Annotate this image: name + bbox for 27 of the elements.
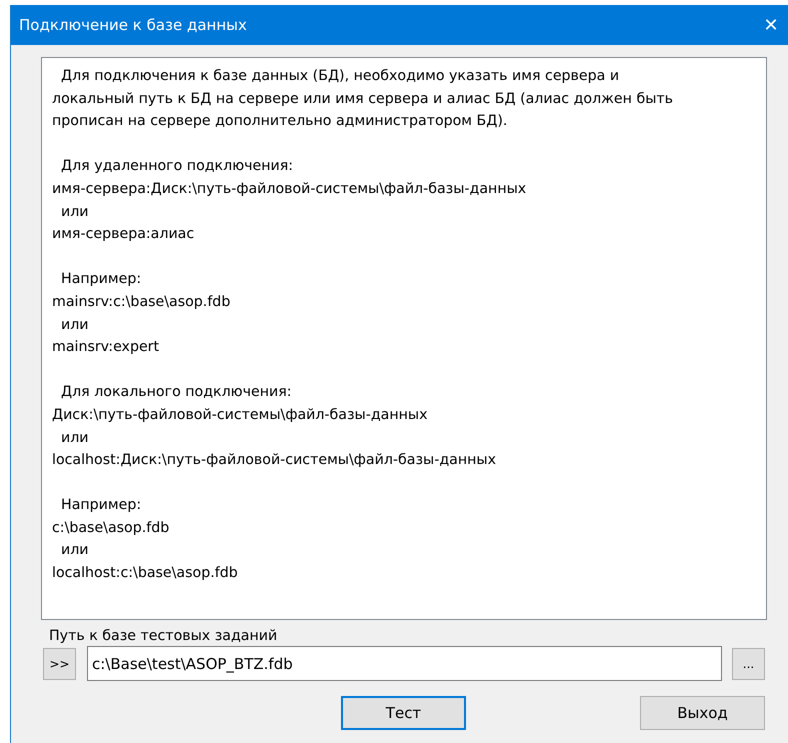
exit-button[interactable]: Выход [640,696,765,730]
path-label: Путь к базе тестовых заданий [49,628,278,644]
memo-line: Для удаленного подключения: [60,157,294,176]
memo-line: Например: [60,496,142,516]
insert-button[interactable]: >> [43,648,76,680]
window-title: Подключение к базе данных [19,16,247,34]
memo-line: или [60,428,89,448]
memo-line: имя-сервера:алиас [52,225,194,244]
memo-line: Для локального подключения: [60,383,292,402]
memo-line: localhost:Диск:\путь-файловой-системы\файл-базы-данных [52,451,496,470]
memo-line: localhost:c:\base\asop.fdb [52,564,238,584]
memo-line: или [60,202,89,222]
memo-line: прописан на сервере дополнительно администратором БД). [52,112,508,132]
memo-line: Для подключения к базе данных (БД), необходимо указать имя сервера и [60,67,620,86]
memo-line: локальный путь к БД на сервере или имя сервера и алиас БД (алиас должен быть [52,90,674,109]
memo-line: Например: [60,270,142,290]
memo-line: Диск:\путь-файловой-системы\файл-базы-данных [52,406,428,425]
memo-line: c:\base\asop.fdb [52,518,170,538]
memo-line: mainsrv:expert [52,338,160,358]
memo-line: имя-сервера:Диск:\путь-файловой-системы\файл-базы-данных [52,180,526,199]
close-button[interactable]: ✕ [754,14,788,36]
memo-line: или [60,316,89,335]
browse-button[interactable]: ... [732,648,765,680]
memo-line: или [60,541,89,560]
test-button[interactable]: Тест [341,696,466,730]
memo-line: mainsrv:c:\base\asop.fdb [52,292,230,312]
path-field[interactable]: c:\Base\test\ASOP_BTZ.fdb [87,646,722,681]
